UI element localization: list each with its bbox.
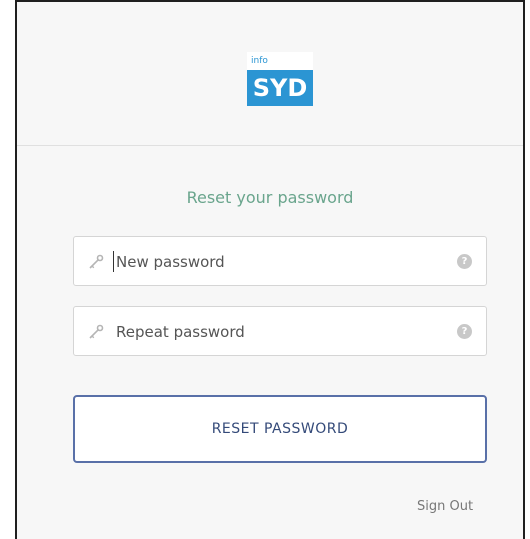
- key-icon-svg: [89, 324, 104, 339]
- page-title: Reset your password: [186, 188, 354, 207]
- key-icon-svg: [89, 254, 104, 269]
- repeat-password-field[interactable]: Repeat password ?: [73, 306, 487, 356]
- logo-small-text: info: [247, 52, 313, 70]
- logo-large-text: SYD: [247, 70, 313, 106]
- panel-header: info SYD: [17, 2, 523, 146]
- key-icon: [88, 254, 104, 270]
- logo: info SYD: [247, 52, 313, 106]
- repeat-password-placeholder: Repeat password: [116, 323, 245, 341]
- help-icon[interactable]: ?: [457, 254, 472, 269]
- text-cursor: [113, 251, 114, 272]
- new-password-placeholder: New password: [116, 253, 225, 271]
- reset-password-button[interactable]: RESET PASSWORD: [73, 395, 487, 463]
- sign-out-link[interactable]: Sign Out: [417, 499, 473, 514]
- reset-password-panel: info SYD Reset your password New passwor…: [15, 0, 525, 539]
- new-password-field[interactable]: New password ?: [73, 236, 487, 286]
- key-icon: [88, 324, 104, 340]
- help-icon[interactable]: ?: [457, 324, 472, 339]
